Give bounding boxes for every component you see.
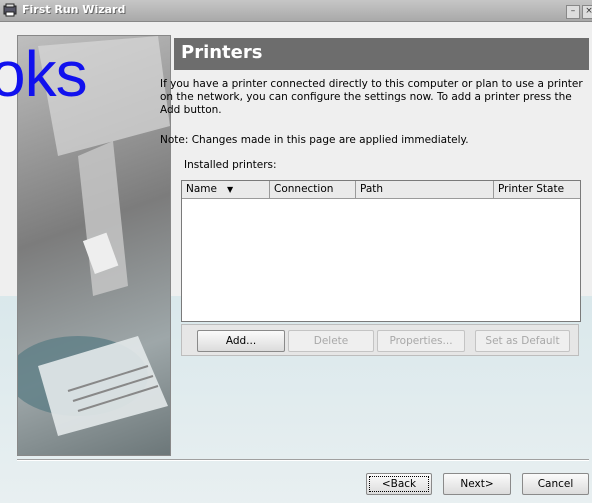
next-button[interactable]: Next> <box>443 473 511 495</box>
page-title: Printers <box>181 42 263 63</box>
add-button[interactable]: Add... <box>197 330 285 352</box>
window-title: First Run Wizard <box>22 3 126 16</box>
back-button[interactable]: <Back <box>366 473 432 495</box>
separator <box>17 459 589 461</box>
column-header-connection[interactable]: Connection <box>270 181 356 198</box>
minimize-icon[interactable]: – <box>566 5 580 19</box>
overlay-text: oks <box>0 38 88 110</box>
delete-button[interactable]: Delete <box>288 330 374 352</box>
cancel-button[interactable]: Cancel <box>522 473 589 495</box>
printers-table[interactable]: Name ▼ Connection Path Printer State <box>181 180 581 322</box>
note-text: Note: Changes made in this page are appl… <box>160 134 469 146</box>
set-default-button[interactable]: Set as Default <box>475 330 570 352</box>
description-text: If you have a printer connected directly… <box>160 78 583 116</box>
properties-button[interactable]: Properties... <box>377 330 465 352</box>
app-icon <box>3 3 17 17</box>
column-header-path[interactable]: Path <box>356 181 494 198</box>
table-header: Name ▼ Connection Path Printer State <box>182 181 580 199</box>
column-header-state[interactable]: Printer State <box>494 181 580 198</box>
close-icon[interactable]: × <box>582 5 592 19</box>
page-header: Printers <box>174 38 589 70</box>
installed-printers-label: Installed printers: <box>184 159 277 171</box>
printer-button-bar: Add... Delete Properties... Set as Defau… <box>181 324 579 356</box>
column-header-name[interactable]: Name ▼ <box>182 181 270 198</box>
sort-down-icon: ▼ <box>226 185 234 194</box>
window-titlebar[interactable]: First Run Wizard – × <box>0 0 592 22</box>
